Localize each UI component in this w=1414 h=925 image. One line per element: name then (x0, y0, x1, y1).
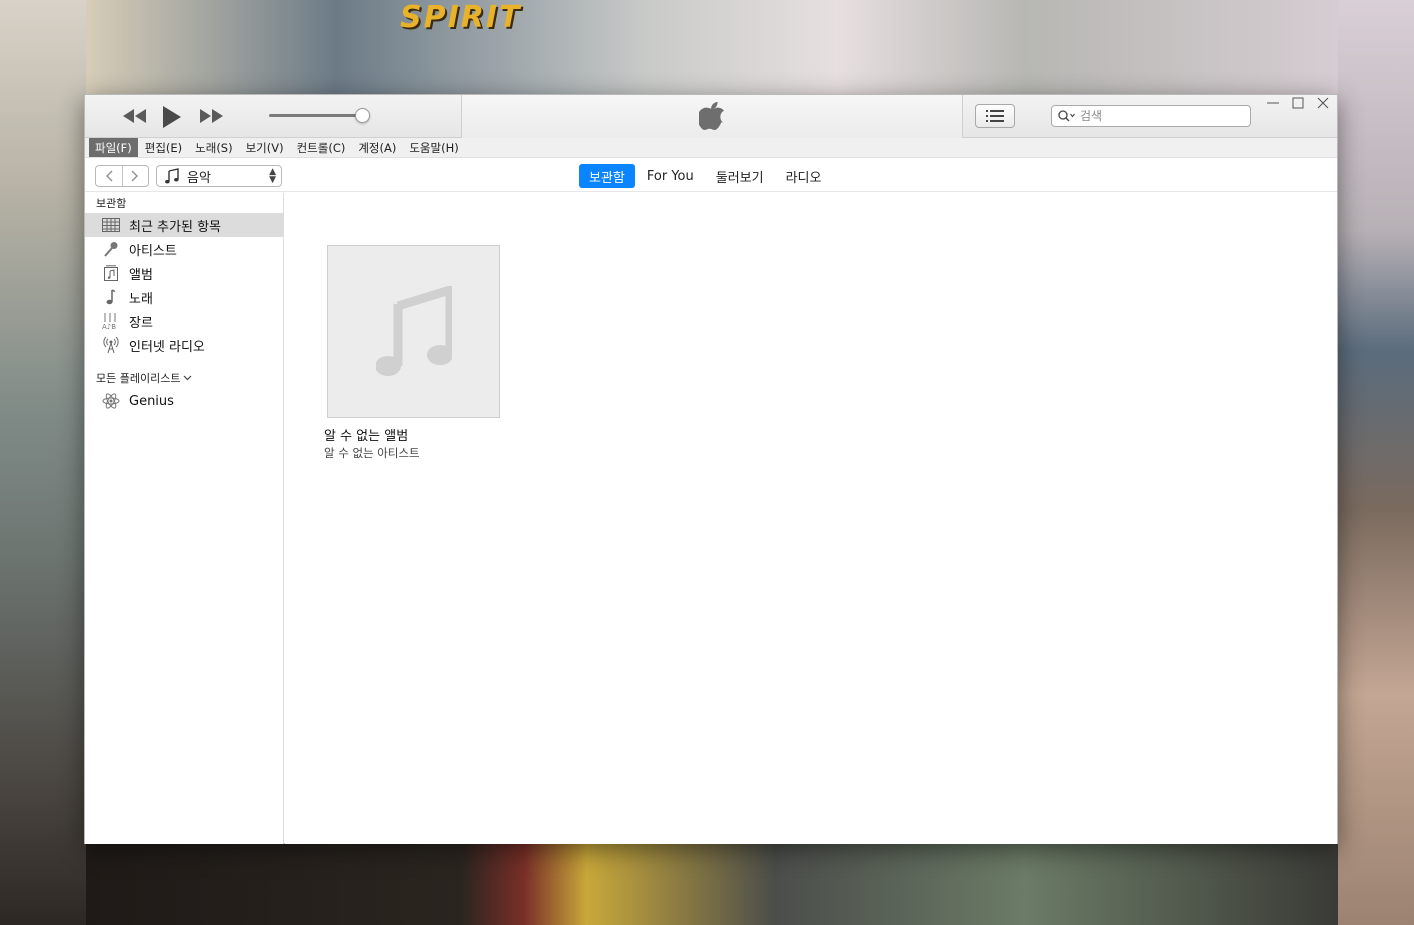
up-next-list-button[interactable] (975, 104, 1015, 128)
tab-radio[interactable]: 라디오 (776, 164, 832, 188)
play-button[interactable] (159, 103, 185, 131)
chevron-right-icon (131, 170, 139, 182)
sidebar-item-label: 인터넷 라디오 (129, 339, 205, 355)
sidebar-item-label: 장르 (129, 315, 153, 331)
menu-file[interactable]: 파일(F) (89, 138, 138, 157)
sidebar-item-songs[interactable]: 노래 (85, 285, 283, 309)
minimize-button[interactable] (1261, 95, 1285, 111)
rewind-icon (123, 109, 146, 123)
maximize-icon (1292, 97, 1304, 109)
fast-forward-button[interactable] (197, 103, 225, 129)
navigation-bar: 음악 ▲ ▼ 보관함 For You 둘러보기 라디오 (85, 159, 1337, 192)
sidebar-item-genres[interactable]: A♪B 장르 (85, 309, 283, 333)
music-note-icon (165, 168, 179, 184)
menu-controls[interactable]: 컨트롤(C) (291, 138, 352, 157)
genre-icon: A♪B (101, 312, 121, 330)
album-title[interactable]: 알 수 없는 앨범 (324, 425, 408, 444)
search-input[interactable] (1080, 109, 1240, 123)
menu-song[interactable]: 노래(S) (189, 138, 238, 157)
album-grid: 알 수 없는 앨범 알 수 없는 아티스트 (285, 193, 1337, 844)
music-note-icon (375, 285, 452, 376)
album-artwork-placeholder[interactable] (327, 245, 500, 418)
sidebar-item-recently-added[interactable]: 최근 추가된 항목 (85, 213, 283, 237)
minimize-icon (1267, 102, 1279, 104)
forward-button[interactable] (121, 166, 149, 186)
close-button[interactable] (1311, 95, 1335, 111)
sidebar-item-label: 노래 (129, 291, 153, 307)
music-note-icon (101, 288, 121, 306)
sidebar-item-label: Genius (129, 393, 174, 409)
grid-icon (101, 216, 121, 234)
search-icon (1058, 110, 1075, 122)
menu-bar: 파일(F) 편집(E) 노래(S) 보기(V) 컨트롤(C) 계정(A) 도움말… (85, 138, 1337, 158)
genius-atom-icon (101, 392, 121, 410)
sidebar-item-internet-radio[interactable]: 인터넷 라디오 (85, 333, 283, 357)
status-display (461, 95, 963, 138)
desktop-wallpaper-top (86, 0, 1338, 96)
history-navigation (95, 165, 149, 187)
chevron-left-icon (105, 170, 113, 182)
playlists-header-label: 모든 플레이리스트 (96, 372, 181, 385)
microphone-icon (101, 240, 121, 258)
svg-text:A♪B: A♪B (102, 323, 116, 329)
back-button[interactable] (96, 166, 122, 186)
itunes-window: 파일(F) 편집(E) 노래(S) 보기(V) 컨트롤(C) 계정(A) 도움말… (84, 94, 1338, 844)
library-section-header: 보관함 (96, 197, 127, 210)
tab-library[interactable]: 보관함 (579, 164, 635, 188)
tab-browse[interactable]: 둘러보기 (706, 164, 774, 188)
volume-slider-knob[interactable] (355, 108, 370, 123)
rewind-button[interactable] (121, 103, 149, 129)
view-tabs: 보관함 For You 둘러보기 라디오 (579, 164, 833, 188)
close-icon (1317, 97, 1329, 109)
select-arrows-icon: ▲ ▼ (269, 167, 276, 185)
menu-account[interactable]: 계정(A) (352, 138, 402, 157)
desktop-wallpaper-bottom (86, 844, 1338, 925)
menu-edit[interactable]: 편집(E) (139, 138, 188, 157)
media-type-select[interactable]: 음악 ▲ ▼ (156, 165, 282, 187)
menu-view[interactable]: 보기(V) (240, 138, 290, 157)
menu-help[interactable]: 도움말(H) (403, 138, 464, 157)
sidebar-item-label: 앨범 (129, 267, 153, 283)
wallpaper-artwork-text: SPIRIT (400, 0, 522, 35)
fast-forward-icon (200, 109, 223, 123)
sidebar-item-genius[interactable]: Genius (85, 389, 283, 413)
volume-slider[interactable] (269, 114, 365, 117)
maximize-button[interactable] (1286, 95, 1310, 111)
playlists-section-header[interactable]: 모든 플레이리스트 (85, 367, 283, 389)
sidebar-item-label: 최근 추가된 항목 (129, 219, 221, 235)
sidebar-item-label: 아티스트 (129, 243, 177, 259)
player-toolbar (85, 95, 1337, 138)
chevron-down-icon (184, 375, 192, 381)
search-field[interactable] (1051, 105, 1251, 127)
sidebar-item-albums[interactable]: 앨범 (85, 261, 283, 285)
media-type-label: 음악 (187, 170, 211, 186)
play-icon (163, 106, 181, 128)
desktop-wallpaper-right (1338, 0, 1414, 925)
apple-logo-icon (699, 101, 725, 130)
antenna-icon (101, 336, 121, 354)
list-icon (986, 110, 1004, 122)
album-artist[interactable]: 알 수 없는 아티스트 (324, 445, 420, 461)
sidebar-item-artists[interactable]: 아티스트 (85, 237, 283, 261)
album-icon (101, 264, 121, 282)
tab-for-you[interactable]: For You (637, 164, 704, 188)
desktop-wallpaper-left (0, 0, 86, 925)
sidebar: 보관함 최근 추가된 항목 아티스트 앨범 노래 A♪B 장르 인터넷 라디오 … (85, 193, 284, 844)
